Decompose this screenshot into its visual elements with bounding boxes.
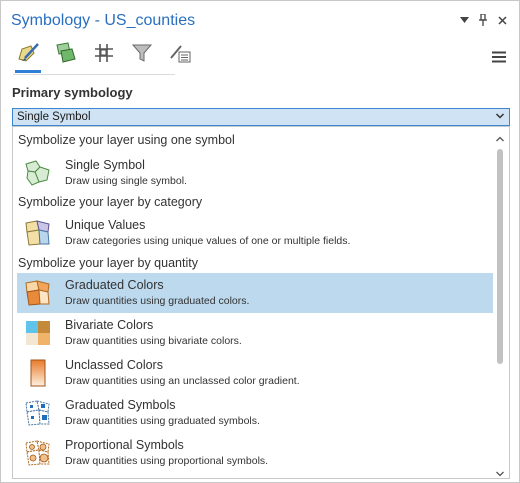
polygon-layers-icon <box>54 41 78 70</box>
item-description: Draw using single symbol. <box>65 175 187 187</box>
unclassed-colors-icon <box>23 358 53 388</box>
symbology-toolbar <box>13 39 195 73</box>
item-description: Draw quantities using graduated symbols. <box>65 415 260 427</box>
additional-symbology-tab[interactable] <box>165 39 195 71</box>
item-name: Unique Values <box>65 218 146 232</box>
item-name: Graduated Colors <box>65 278 164 292</box>
graduated-colors-icon <box>23 278 53 308</box>
symbology-pane: Symbology - US_counties Primary symbolog… <box>0 0 520 483</box>
symbology-dropdown-list: Symbolize your layer using one symbol Si… <box>12 126 510 479</box>
group-header-quantity: Symbolize your layer by quantity <box>18 256 198 270</box>
item-name: Unclassed Colors <box>65 358 163 372</box>
list-item-unique-values[interactable]: Unique Values Draw categories using uniq… <box>17 213 493 253</box>
primary-symbology-select[interactable]: Single Symbol <box>12 108 510 126</box>
group-header-category: Symbolize your layer by category <box>18 195 203 209</box>
chevron-down-icon[interactable] <box>459 14 469 26</box>
graduated-symbols-icon <box>23 398 53 428</box>
chevron-down-icon <box>495 110 505 126</box>
primary-symbology-label: Primary symbology <box>12 85 133 100</box>
item-description: Draw quantities using graduated colors. <box>65 295 250 307</box>
item-name: Bivariate Colors <box>65 318 154 332</box>
bivariate-colors-icon <box>23 318 53 348</box>
pin-icon[interactable] <box>478 14 488 26</box>
list-item-graduated-colors[interactable]: Graduated Colors Draw quantities using g… <box>17 273 493 313</box>
scroll-down-icon[interactable] <box>495 466 505 477</box>
grid-hash-icon <box>92 41 116 70</box>
list-item-graduated-symbols[interactable]: Graduated Symbols Draw quantities using … <box>17 393 493 433</box>
unique-values-icon <box>23 218 53 248</box>
hamburger-menu-icon[interactable] <box>492 50 506 68</box>
item-name: Proportional Symbols <box>65 438 184 452</box>
item-name: Single Symbol <box>65 158 145 172</box>
item-description: Draw quantities using proportional symbo… <box>65 455 269 467</box>
selected-value: Single Symbol <box>17 111 91 123</box>
funnel-icon <box>130 41 154 70</box>
list-item-unclassed-colors[interactable]: Unclassed Colors Draw quantities using a… <box>17 353 493 393</box>
scroll-up-icon[interactable] <box>495 131 505 142</box>
pane-title: Symbology - US_counties <box>11 12 196 29</box>
list-item-bivariate-colors[interactable]: Bivariate Colors Draw quantities using b… <box>17 313 493 353</box>
primary-symbology-tab[interactable] <box>13 39 43 73</box>
single-symbol-icon <box>23 158 53 188</box>
list-item-proportional-symbols[interactable]: Proportional Symbols Draw quantities usi… <box>17 433 493 473</box>
proportional-symbols-icon <box>23 438 53 468</box>
item-description: Draw categories using unique values of o… <box>65 235 351 247</box>
close-icon[interactable] <box>497 14 507 26</box>
list-item-single-symbol[interactable]: Single Symbol Draw using single symbol. <box>17 153 493 193</box>
group-header-one-symbol: Symbolize your layer using one symbol <box>18 133 235 147</box>
vary-symbology-tab[interactable] <box>51 39 81 71</box>
item-description: Draw quantities using bivariate colors. <box>65 335 242 347</box>
symbol-layer-drawing-tab[interactable] <box>89 39 119 71</box>
item-name: Graduated Symbols <box>65 398 176 412</box>
item-description: Draw quantities using an unclassed color… <box>65 375 300 387</box>
polygon-brush-icon <box>16 41 40 70</box>
dropdown-scrollbar[interactable] <box>494 131 506 477</box>
toolbar-divider <box>13 74 175 75</box>
pencil-list-icon <box>168 41 192 70</box>
scrollbar-thumb[interactable] <box>497 149 503 364</box>
pane-buttons <box>459 14 507 26</box>
symbology-filter-tab[interactable] <box>127 39 157 71</box>
